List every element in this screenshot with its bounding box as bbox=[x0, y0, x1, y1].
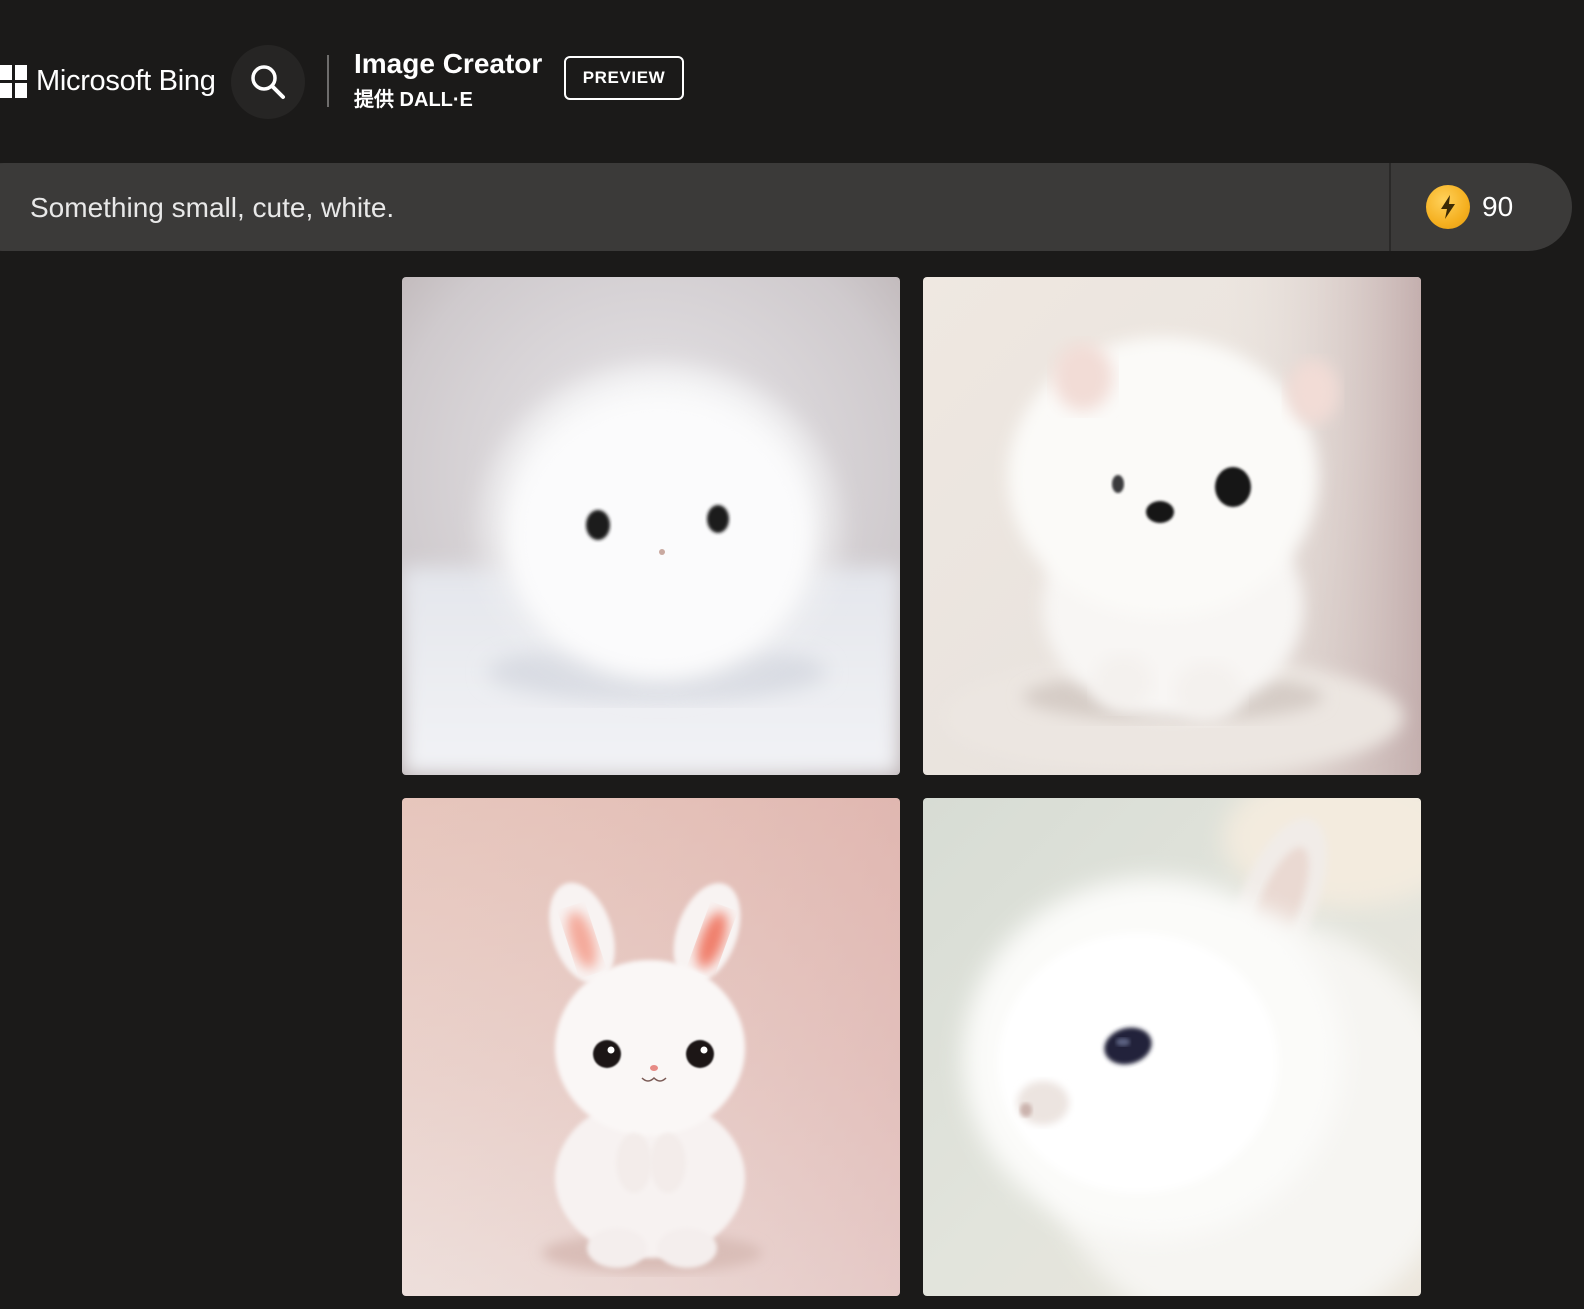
header-divider bbox=[327, 55, 329, 107]
search-button[interactable] bbox=[231, 45, 305, 119]
white-baby-rabbit-image bbox=[923, 798, 1421, 1296]
white-puppy-image bbox=[923, 277, 1421, 775]
lightning-coin-icon bbox=[1426, 185, 1470, 229]
header: Microsoft Bing Image Creator 提供 DALL·E P… bbox=[0, 0, 1584, 160]
result-image-2[interactable] bbox=[923, 277, 1421, 775]
result-image-3[interactable] bbox=[402, 798, 900, 1296]
boosts-count: 90 bbox=[1482, 191, 1514, 222]
result-image-1[interactable] bbox=[402, 277, 900, 775]
search-icon bbox=[251, 65, 285, 99]
prompt-bar-separator bbox=[1389, 163, 1391, 251]
preview-badge: PREVIEW bbox=[564, 56, 684, 100]
boosts-counter[interactable]: 90 bbox=[1426, 184, 1513, 230]
app-title[interactable]: Image Creator bbox=[354, 47, 542, 81]
brand-name[interactable]: Microsoft Bing bbox=[36, 63, 216, 99]
prompt-input[interactable] bbox=[30, 180, 1370, 236]
white-bunny-figurine-image bbox=[402, 798, 900, 1296]
microsoft-logo-icon[interactable] bbox=[0, 65, 28, 99]
white-fluffball-image bbox=[402, 277, 900, 775]
image-results-grid bbox=[402, 277, 1424, 1297]
app-subtitle: 提供 DALL·E bbox=[354, 89, 473, 111]
result-image-4[interactable] bbox=[923, 798, 1421, 1296]
bing-image-creator-page: Microsoft Bing Image Creator 提供 DALL·E P… bbox=[0, 0, 1584, 1309]
